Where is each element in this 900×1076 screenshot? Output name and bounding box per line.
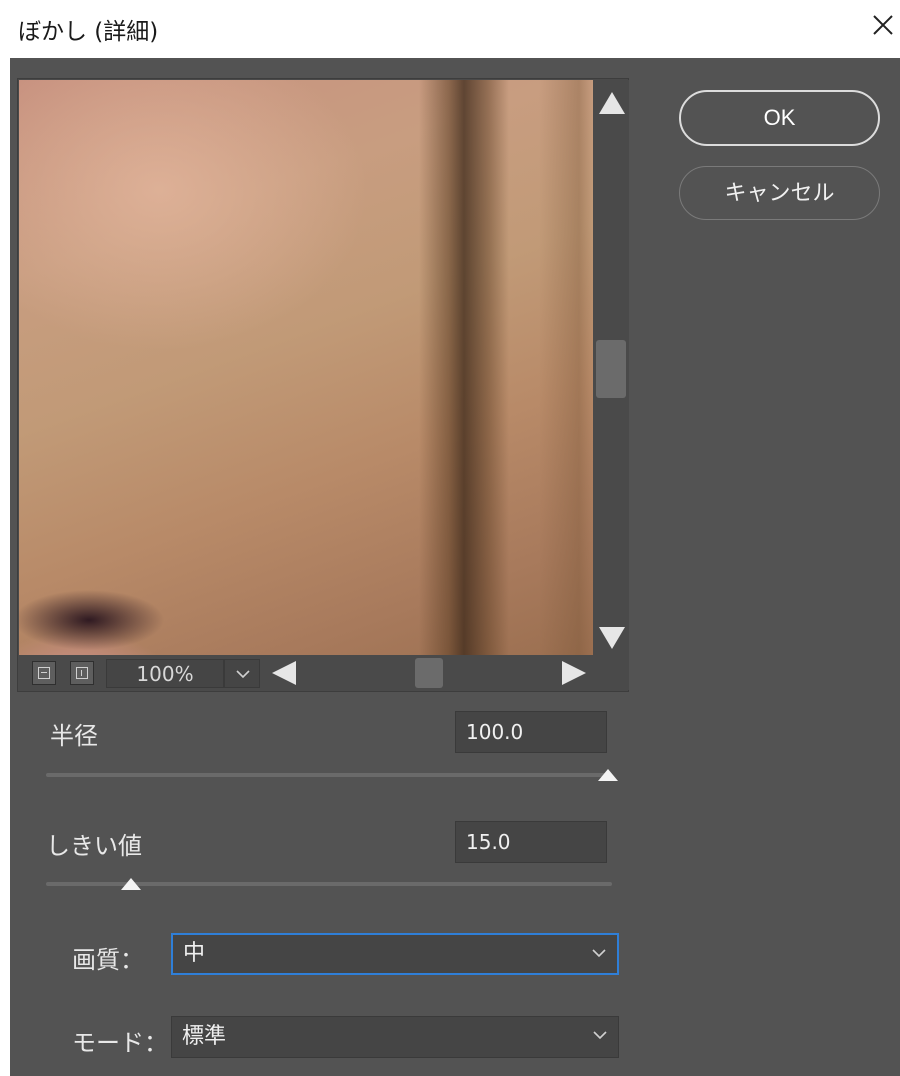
dialog-title: ぼかし (詳細) — [18, 19, 159, 45]
mode-select[interactable]: 標準 — [171, 1016, 619, 1058]
radius-input[interactable]: 100.0 — [455, 711, 607, 753]
radius-slider-track[interactable] — [46, 773, 612, 777]
quality-label: 画質： — [72, 946, 144, 974]
scroll-left-arrow-icon[interactable] — [272, 661, 296, 685]
preview-image[interactable] — [19, 80, 593, 655]
zoom-out-icon[interactable] — [32, 661, 56, 685]
scroll-right-arrow-icon[interactable] — [562, 661, 586, 685]
quality-select[interactable]: 中 — [171, 933, 619, 975]
chevron-down-icon — [236, 670, 250, 679]
vertical-scrollbar[interactable] — [593, 80, 629, 655]
ok-button[interactable]: OK — [679, 90, 880, 146]
vertical-scroll-thumb[interactable] — [596, 340, 626, 398]
zoom-level[interactable]: 100% — [106, 659, 224, 688]
quality-selected-value: 中 — [183, 941, 206, 966]
scroll-up-arrow-icon[interactable] — [599, 92, 625, 114]
mode-selected-value: 標準 — [182, 1024, 227, 1049]
chevron-down-icon — [592, 949, 606, 958]
radius-slider-thumb[interactable] — [598, 769, 618, 781]
threshold-label: しきい値 — [46, 832, 142, 860]
cancel-button[interactable]: キャンセル — [679, 166, 880, 220]
threshold-input[interactable]: 15.0 — [455, 821, 607, 863]
preview-toolbar: 100% — [19, 655, 629, 690]
scroll-down-arrow-icon[interactable] — [599, 627, 625, 649]
close-icon[interactable] — [866, 8, 900, 42]
zoom-in-icon[interactable] — [70, 661, 94, 685]
title-bar: ぼかし (詳細) — [0, 0, 900, 58]
mode-label: モード： — [72, 1029, 168, 1057]
radius-label: 半径 — [50, 722, 98, 750]
threshold-slider-thumb[interactable] — [120, 878, 141, 890]
chevron-down-icon — [593, 1031, 607, 1040]
horizontal-scroll-thumb[interactable] — [415, 658, 443, 688]
zoom-dropdown-button[interactable] — [224, 659, 260, 688]
